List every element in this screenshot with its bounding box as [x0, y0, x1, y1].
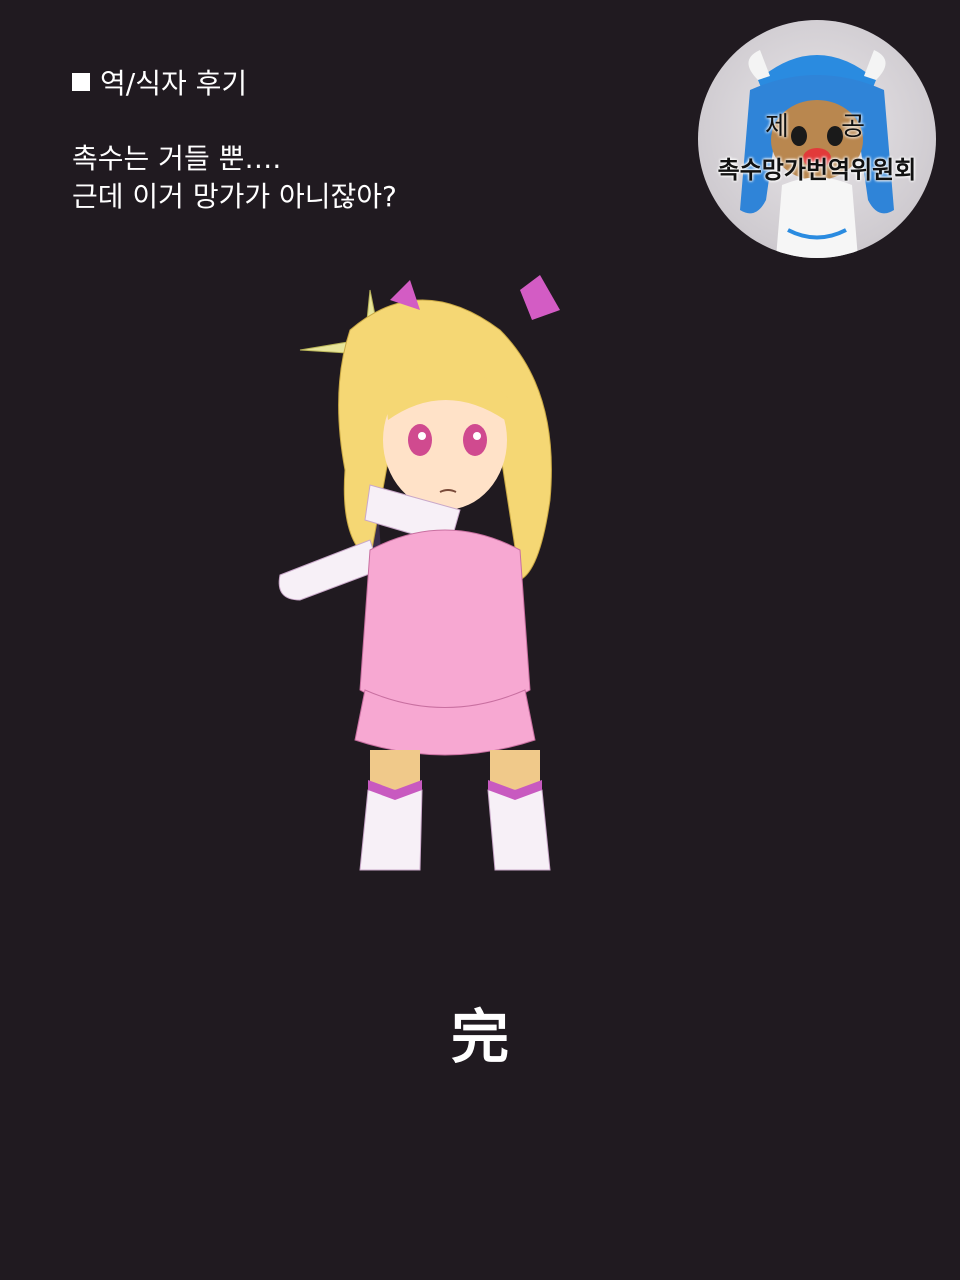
afterword-notes: 촉수는 거들 뿐…. 근데 이거 망가가 아니잖아? [72, 140, 397, 216]
magical-girl-illustration [270, 270, 600, 890]
black-square-icon [72, 73, 90, 91]
badge-bottom-text: 촉수망가번역위원회 [717, 156, 917, 184]
end-mark: 完 [450, 1003, 509, 1071]
heading-text: 역/식자 후기 [100, 67, 248, 100]
note-line: 촉수는 거들 뿐…. [72, 142, 282, 175]
note-line: 근데 이거 망가가 아니잖아? [72, 180, 397, 213]
afterword-heading: 역/식자 후기 [72, 62, 247, 102]
credit-badge: 제 공 촉수망가번역위원회 [698, 20, 936, 258]
badge-top-text: 제 공 [764, 112, 888, 142]
